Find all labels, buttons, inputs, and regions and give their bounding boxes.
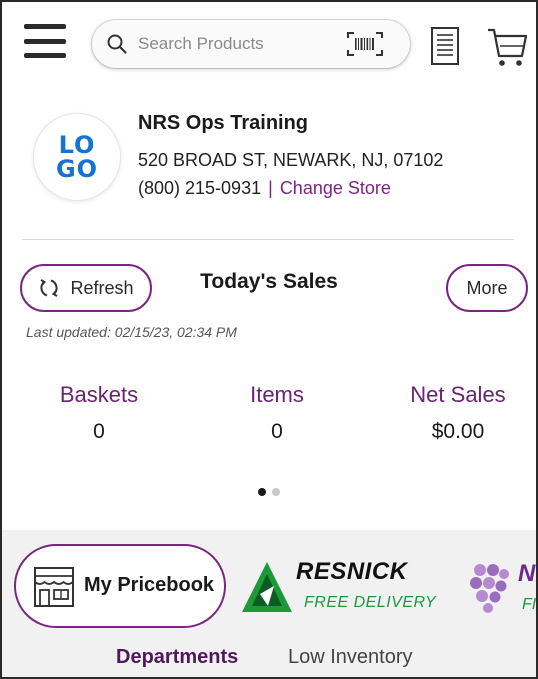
logo-line-1: LO xyxy=(58,131,96,159)
partner-3-sub: FI xyxy=(522,596,536,613)
page-dot-2[interactable] xyxy=(272,488,280,496)
divider xyxy=(22,239,514,240)
stat-value: $0.00 xyxy=(431,420,485,443)
todays-sales-panel: Refresh Today's Sales More Last updated:… xyxy=(2,252,536,528)
my-pricebook-button[interactable]: My Pricebook xyxy=(14,544,226,628)
resnick-logo-icon xyxy=(242,562,292,612)
store-info: LO GO NRS Ops Training 520 BROAD ST, NEW… xyxy=(2,98,536,230)
top-bar xyxy=(2,2,536,82)
stat-value: 0 xyxy=(271,420,283,443)
stat-net-sales: Net Sales $0.00 xyxy=(396,382,520,444)
stat-label: Net Sales xyxy=(410,382,506,407)
shortcuts-area: My Pricebook RESNICK FREE DELIVERY NI FI… xyxy=(2,530,536,677)
change-store-link[interactable]: Change Store xyxy=(280,178,391,198)
stat-baskets: Baskets 0 xyxy=(44,382,154,444)
storefront-icon xyxy=(34,567,74,607)
tab-low-inventory[interactable]: Low Inventory xyxy=(288,646,413,669)
stat-value: 0 xyxy=(93,420,105,443)
partner-3-name: NI xyxy=(518,560,536,587)
partner-card-3[interactable]: NI FI xyxy=(466,556,536,626)
page-indicator[interactable] xyxy=(258,488,280,496)
search-bar[interactable] xyxy=(92,20,410,68)
receipt-list-icon[interactable] xyxy=(430,26,460,66)
store-phone-row: (800) 215-0931 | Change Store xyxy=(138,178,391,199)
search-input[interactable] xyxy=(138,30,338,58)
resnick-partner-card[interactable]: RESNICK FREE DELIVERY xyxy=(240,552,440,622)
store-name: NRS Ops Training xyxy=(138,112,309,134)
barcode-scan-icon[interactable] xyxy=(344,30,386,58)
stat-label: Baskets xyxy=(59,382,139,407)
logo-line-2: GO xyxy=(55,155,99,183)
store-phone: (800) 215-0931 xyxy=(138,178,262,198)
separator: | xyxy=(268,178,273,198)
my-pricebook-label: My Pricebook xyxy=(84,574,215,596)
hamburger-menu-icon[interactable] xyxy=(24,24,66,58)
last-updated: Last updated: 02/15/23, 02:34 PM xyxy=(26,324,237,340)
resnick-name: RESNICK xyxy=(296,558,408,585)
resnick-delivery: FREE DELIVERY xyxy=(304,594,437,611)
shopping-cart-icon[interactable] xyxy=(486,24,528,70)
tab-departments[interactable]: Departments xyxy=(116,646,238,669)
grape-logo-icon xyxy=(470,564,509,613)
stat-items: Items 0 xyxy=(222,382,332,444)
search-icon xyxy=(107,34,127,54)
page-dot-1[interactable] xyxy=(258,488,266,496)
inventory-tabs: Departments Low Inventory xyxy=(2,642,536,676)
more-button[interactable]: More xyxy=(446,264,528,312)
stat-label: Items xyxy=(250,382,304,407)
store-address: 520 BROAD ST, NEWARK, NJ, 07102 xyxy=(138,150,444,170)
store-logo: LO GO xyxy=(34,114,120,200)
